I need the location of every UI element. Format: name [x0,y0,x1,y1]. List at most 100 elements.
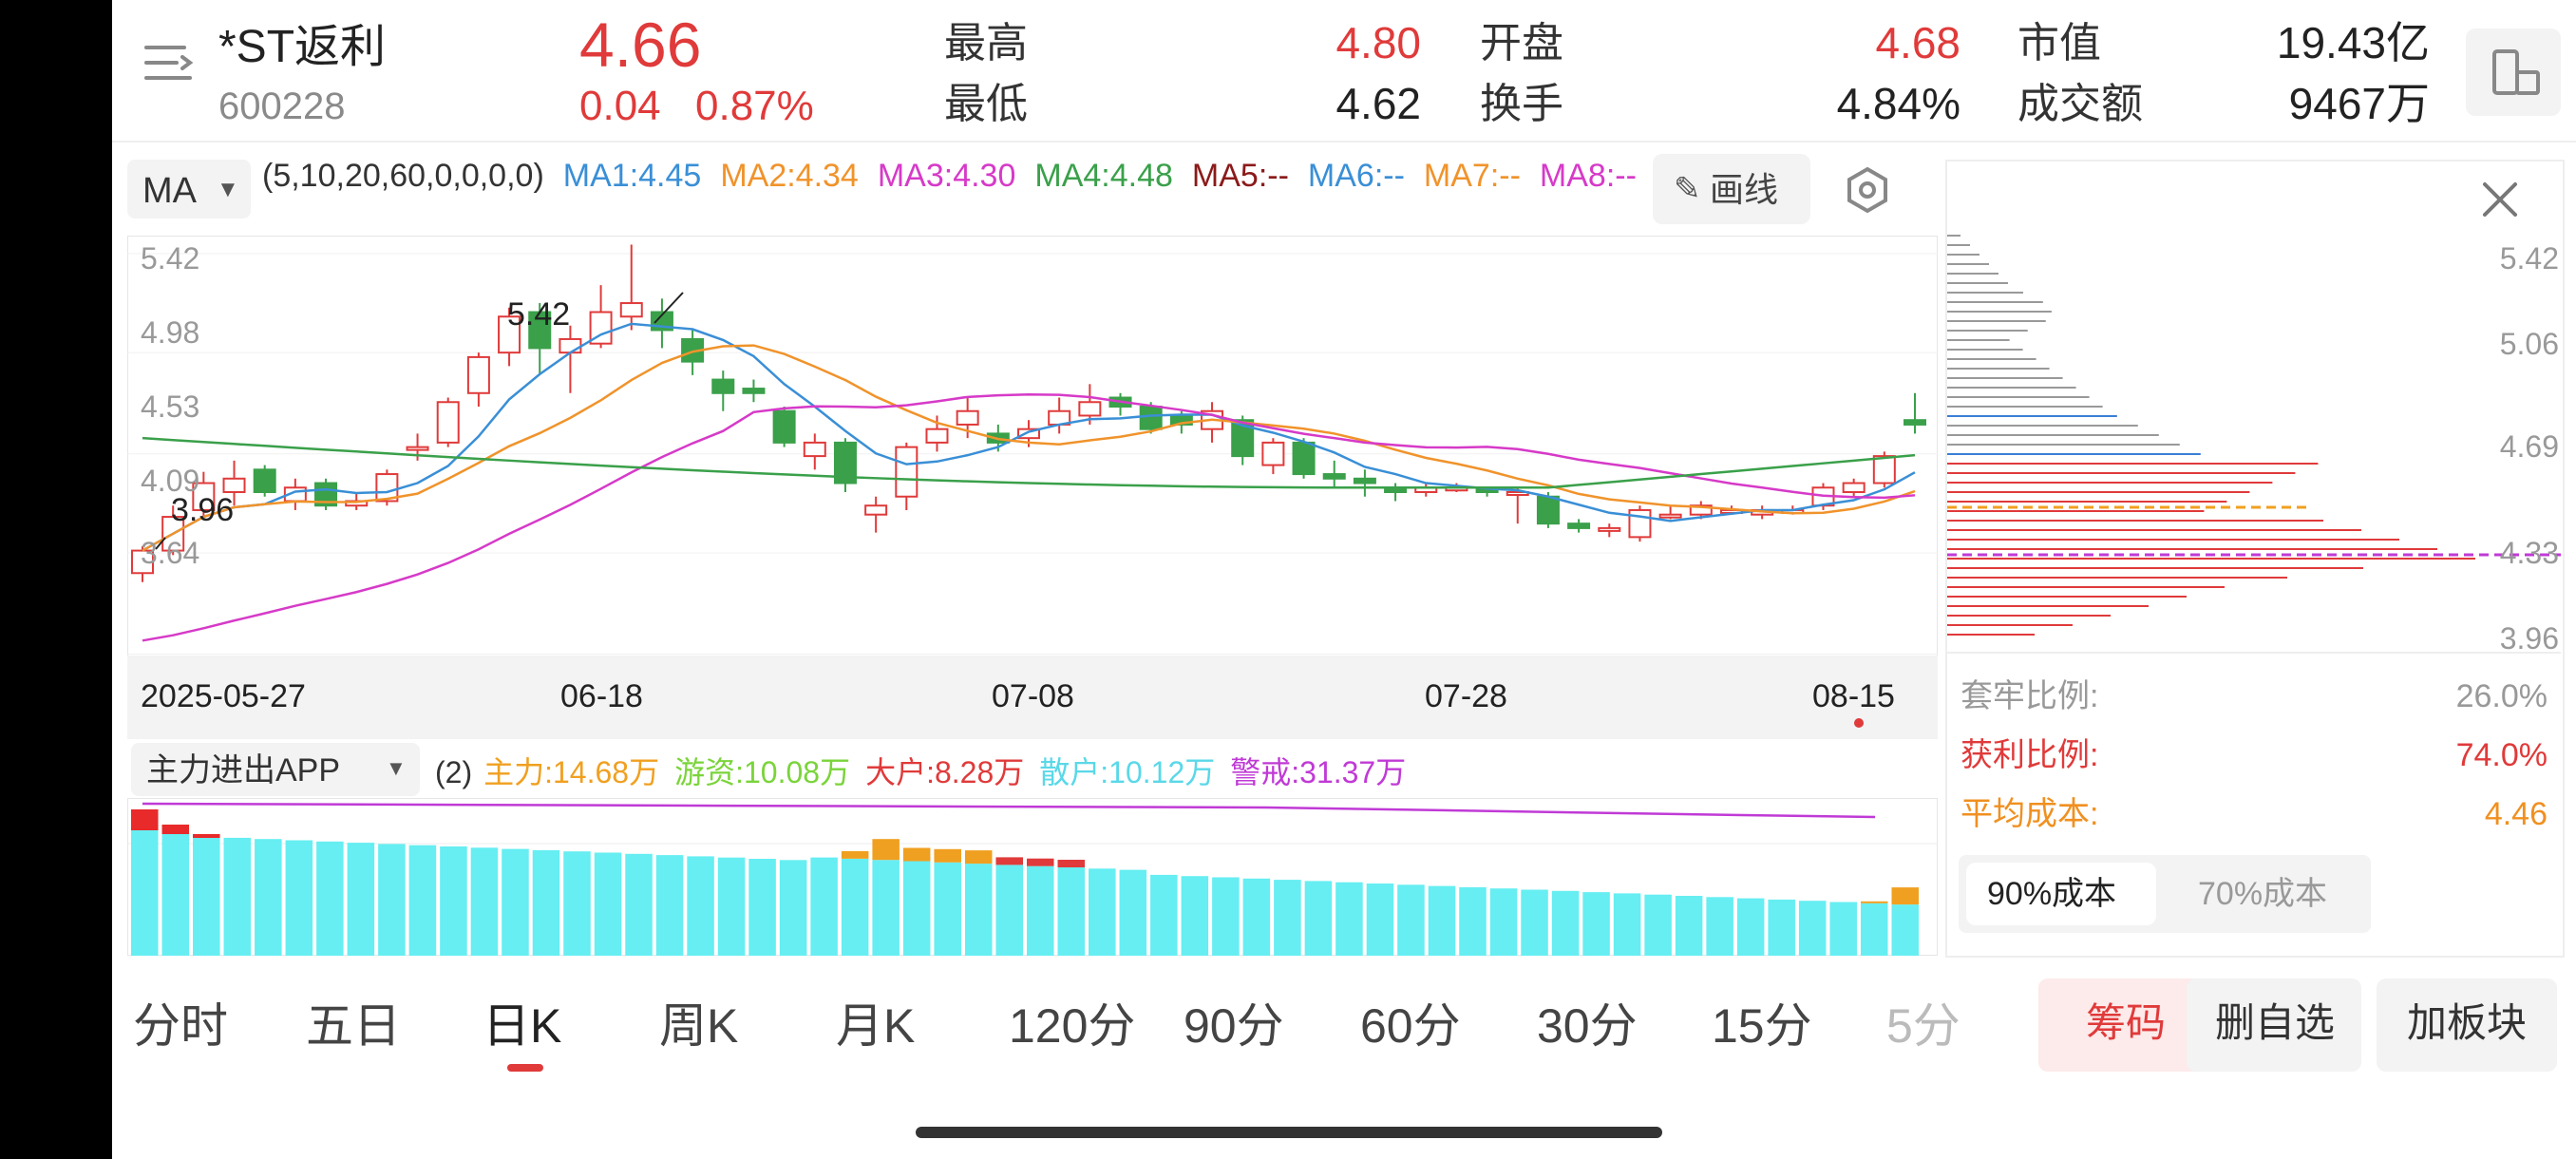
ma-params: (5,10,20,60,0,0,0,0) [262,158,544,194]
indicator-bar [1304,881,1333,956]
indicator-bar-cap [872,839,900,861]
period-tab[interactable]: 周K [659,988,738,1056]
menu-icon[interactable] [142,40,196,86]
indicator-bar [1891,904,1919,956]
indicator-bar [223,837,252,956]
indicator-bar [1274,880,1301,956]
indicator-legend-item: 散户:10.12万 [1039,755,1216,789]
period-tab[interactable]: 五日 [306,988,401,1056]
indicator-bar [1335,882,1363,956]
indicator-bar [563,851,591,956]
draw-line-button[interactable]: ✎ 画线 [1653,154,1810,224]
indicator-bar [1829,902,1857,956]
ma-legend-item: MA2:4.34 [720,158,859,194]
pencil-icon: ✎ [1674,171,1701,207]
indicator-bar [1181,876,1209,956]
remove-watchlist-label: 删自选 [2215,1000,2336,1045]
close-icon[interactable] [2477,177,2523,222]
indicator-bar-cap [964,850,993,864]
candle-body [1139,406,1163,430]
chip-axis-label: 4.69 [2499,429,2559,464]
cost-90-tab[interactable]: 90%成本 [1966,863,2156,925]
trapped-label: 套牢比例: [1960,678,2099,714]
indicator-bar [1089,868,1116,956]
home-indicator[interactable] [916,1127,1662,1138]
chip-axis-label: 5.42 [2499,241,2559,276]
indicator-bar-cap [193,834,220,838]
remove-watchlist-button[interactable]: 删自选 [2187,978,2361,1072]
indicator-bar-cap [1057,860,1086,867]
settings-icon[interactable] [1841,163,1894,217]
indicator-bar [779,860,807,956]
price-change: 0.04 [579,83,661,129]
mktcap-value: 19.43亿 [2276,18,2430,67]
indicator-bar [655,855,684,956]
date-tick-label: 06-18 [560,678,643,714]
active-tab-indicator [507,1064,543,1072]
indicator-bar [1768,899,1795,956]
candle-body [956,409,979,426]
price-change-pct: 0.87% [695,83,814,129]
price-tick-label: 5.42 [141,241,200,276]
indicator-bar [161,834,190,956]
period-tab[interactable]: 15分 [1712,988,1812,1056]
chip-button-label: 筹码 [2086,1000,2167,1045]
add-sector-label: 加板块 [2407,1000,2528,1045]
indicator-bar-cap [841,850,869,859]
indicator-chart[interactable] [127,798,1938,956]
cost-70-tab[interactable]: 70%成本 [2198,878,2327,910]
profit-value: 74.0% [2455,737,2548,773]
caret-down-icon: ▼ [386,756,407,780]
indicator-bar [408,845,437,956]
period-tab[interactable]: 30分 [1537,988,1638,1056]
stock-name: *ST返利 [218,22,387,72]
ma-legend: (5,10,20,60,0,0,0,0) MA1:4.45 MA2:4.34 MA3:… [262,154,1744,198]
period-tab[interactable]: 120分 [1009,988,1135,1056]
period-tab[interactable]: 90分 [1184,988,1284,1056]
high-label: 最高 [944,20,1028,66]
chip-axis-label: 5.06 [2499,327,2559,361]
ma-legend-item: MA8:-- [1539,158,1637,194]
indicator-selector[interactable]: 主力进出APP ▼ [131,743,420,796]
ma-legend-item: MA3:4.30 [877,158,1016,194]
indicator-bar [1613,893,1641,956]
avg-cost-value: 4.46 [2484,796,2548,832]
ma-legend-item: MA4:4.48 [1034,158,1173,194]
indicator-bar [378,844,406,956]
indicator-param: (2) [435,755,473,789]
period-tab[interactable]: 日K [483,988,561,1056]
indicator-bar [193,838,220,956]
chart-frame [127,236,1938,663]
candle-body [1536,495,1560,525]
indicator-bar-cap [131,809,159,830]
indicator-bar [1459,886,1487,956]
indicator-bar [872,860,900,956]
chip-axis-label: 3.96 [2499,621,2559,656]
indicator-bar [1027,865,1054,956]
indicator-bar [841,858,869,956]
indicator-bar [902,861,931,956]
kline-chart[interactable] [127,236,1938,663]
candle-body [925,428,949,444]
period-tab[interactable]: 月K [836,988,915,1056]
candle-body [1628,508,1652,539]
landscape-toggle-button[interactable] [2466,28,2561,116]
price-tick-label: 3.64 [141,536,200,570]
period-tab[interactable]: 分时 [133,988,228,1056]
period-tab[interactable]: 5分 [1886,988,1960,1056]
profit-label: 获利比例: [1960,737,2099,773]
period-tab[interactable]: 60分 [1360,988,1461,1056]
candle-body [895,446,919,498]
indicator-bar [1860,902,1888,956]
candle-body [406,446,429,451]
price-tick-label: 4.98 [141,315,200,350]
high-value: 4.80 [1335,18,1421,67]
indicator-legend-item: 警戒:31.37万 [1230,755,1407,789]
indicator-bar [1119,869,1147,956]
header-divider [112,141,2576,142]
add-sector-button[interactable]: 加板块 [2377,978,2557,1072]
ma-selector[interactable]: MA ▼ [127,160,251,218]
indicator-bar-cap [1027,858,1054,866]
indicator-legend-item: 游资:10.08万 [674,755,851,789]
indicator-bar [625,853,653,956]
